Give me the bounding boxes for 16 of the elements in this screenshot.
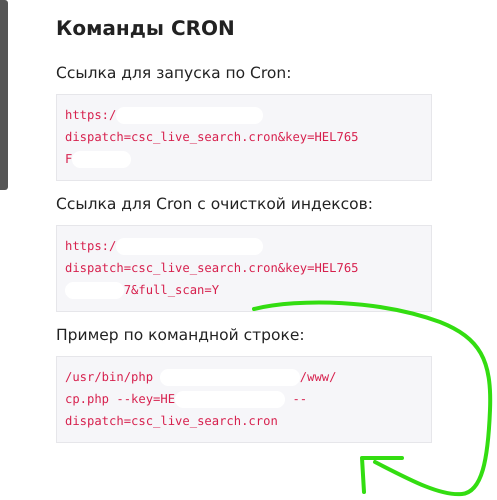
code-text: /usr/bin/php	[65, 370, 154, 384]
code-text: /www/	[300, 370, 336, 384]
code-text: --	[291, 392, 308, 406]
section-label: Пример по командной строке:	[56, 326, 306, 344]
scrollbar[interactable]	[0, 0, 8, 190]
code-text: cp.php --key=HE	[65, 392, 176, 406]
code-text: dispatch=csc_live_search.cron&key=HEL765	[65, 130, 358, 144]
code-text: https:/	[65, 239, 116, 253]
code-text: dispatch=csc_live_search.cron&key=HEL765	[65, 261, 358, 275]
code-text: F	[65, 152, 72, 166]
code-text: https:/	[65, 108, 116, 122]
code-text: 7&full_scan=Y	[124, 283, 220, 297]
section-label: Ссылка для Cron с очисткой индексов:	[56, 195, 374, 213]
section-heading: Команды CRON	[56, 16, 236, 40]
section-label: Ссылка для запуска по Cron:	[56, 64, 292, 82]
code-text: dispatch=csc_live_search.cron	[65, 414, 278, 428]
